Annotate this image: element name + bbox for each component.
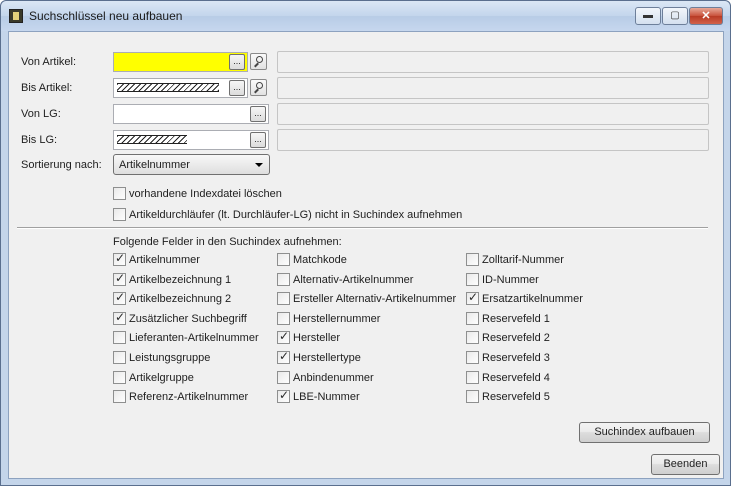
bis-lg-description-field (277, 129, 709, 151)
maximize-button[interactable]: ▢ (662, 7, 688, 25)
field-checkbox-label: Reservefeld 5 (482, 391, 550, 403)
von-lg-browse-button[interactable]: ... (250, 106, 266, 122)
von-artikel-description-field (277, 51, 709, 73)
field-checkbox-label: Artikelbezeichnung 2 (129, 293, 232, 305)
field-checkbox[interactable] (113, 371, 126, 384)
close-window-button[interactable]: ✕ (689, 7, 723, 25)
build-index-button[interactable]: Suchindex aufbauen (579, 422, 710, 443)
field-checkbox[interactable] (466, 351, 479, 364)
field-checkbox[interactable] (277, 349, 290, 364)
fields-section-heading: Folgende Felder in den Suchindex aufnehm… (113, 236, 342, 248)
field-checkbox-label: Leistungsgruppe (129, 352, 211, 364)
field-checkbox[interactable] (277, 371, 290, 384)
field-checkbox[interactable] (277, 273, 290, 286)
field-checkbox[interactable] (466, 331, 479, 344)
field-checkbox-label: Reservefeld 4 (482, 372, 550, 384)
field-checkbox-label: Artikelgruppe (129, 372, 194, 384)
app-icon (9, 9, 23, 23)
field-checkbox-label: Herstellernummer (293, 313, 381, 325)
field-checkbox-label: Reservefeld 1 (482, 313, 550, 325)
exclude-durchlaeufer-checkbox[interactable] (113, 208, 126, 221)
field-checkbox-label: Lieferanten-Artikelnummer (129, 332, 259, 344)
field-checkbox[interactable] (277, 312, 290, 325)
field-checkbox[interactable] (466, 253, 479, 266)
bis-lg-browse-button[interactable]: ... (250, 132, 266, 148)
sortierung-label: Sortierung nach: (21, 159, 102, 171)
separator-line (17, 227, 708, 229)
bis-artikel-input[interactable] (113, 78, 248, 98)
field-checkbox[interactable] (113, 251, 126, 266)
field-checkbox-label: Ersatzartikelnummer (482, 293, 583, 305)
field-checkbox-label: Artikelnummer (129, 254, 200, 266)
field-checkbox[interactable] (277, 388, 290, 403)
field-checkbox-label: Zolltarif-Nummer (482, 254, 564, 266)
von-artikel-input[interactable] (113, 52, 248, 72)
field-checkbox[interactable] (466, 290, 479, 305)
von-lg-label: Von LG: (21, 108, 61, 120)
field-checkbox-label: LBE-Nummer (293, 391, 360, 403)
chevron-down-icon (255, 163, 263, 167)
delete-index-checkbox[interactable] (113, 187, 126, 200)
field-checkbox[interactable] (277, 329, 290, 344)
sortierung-selected-value: Artikelnummer (119, 159, 190, 171)
bis-lg-label: Bis LG: (21, 134, 58, 146)
bis-artikel-description-field (277, 77, 709, 99)
bis-artikel-search-button[interactable] (250, 79, 267, 96)
von-artikel-browse-button[interactable]: ... (229, 54, 245, 70)
close-button[interactable]: Beenden (651, 454, 720, 475)
field-checkbox-label: Herstellertype (293, 352, 361, 364)
window-title: Suchschlüssel neu aufbauen (29, 9, 183, 23)
hatched-value-pattern (117, 83, 219, 92)
von-artikel-search-button[interactable] (250, 53, 267, 70)
field-checkbox-label: Reservefeld 3 (482, 352, 550, 364)
field-checkbox[interactable] (113, 310, 126, 325)
field-checkbox-label: Reservefeld 2 (482, 332, 550, 344)
field-checkbox-label: Referenz-Artikelnummer (129, 391, 249, 403)
field-checkbox[interactable] (466, 390, 479, 403)
field-checkbox-label: Matchkode (293, 254, 347, 266)
field-checkbox[interactable] (113, 390, 126, 403)
field-checkbox[interactable] (113, 331, 126, 344)
von-lg-description-field (277, 103, 709, 125)
field-checkbox[interactable] (113, 351, 126, 364)
field-checkbox-label: Hersteller (293, 332, 341, 344)
sortierung-dropdown[interactable]: Artikelnummer (113, 154, 270, 175)
delete-index-label: vorhandene Indexdatei löschen (129, 188, 282, 200)
field-checkbox[interactable] (113, 271, 126, 286)
field-checkbox[interactable] (277, 253, 290, 266)
field-checkbox[interactable] (466, 312, 479, 325)
field-checkbox-label: ID-Nummer (482, 274, 539, 286)
field-checkbox-label: Artikelbezeichnung 1 (129, 274, 232, 286)
field-checkbox-label: Alternativ-Artikelnummer (293, 274, 414, 286)
field-checkbox-label: Anbindenummer (293, 372, 374, 384)
minimize-button[interactable]: ▬ (635, 7, 661, 25)
field-checkbox[interactable] (277, 292, 290, 305)
von-lg-input[interactable] (113, 104, 269, 124)
bis-lg-input[interactable] (113, 130, 269, 150)
field-checkbox[interactable] (466, 273, 479, 286)
bis-artikel-label: Bis Artikel: (21, 82, 73, 94)
field-checkbox[interactable] (113, 290, 126, 305)
title-bar[interactable]: Suchschlüssel neu aufbauen ▬ ▢ ✕ (1, 1, 730, 31)
hatched-value-pattern (117, 135, 187, 144)
field-checkbox-label: Ersteller Alternativ-Artikelnummer (293, 293, 457, 305)
exclude-durchlaeufer-label: Artikeldurchläufer (lt. Durchläufer-LG) … (129, 209, 463, 221)
von-artikel-label: Von Artikel: (21, 56, 77, 68)
field-checkbox[interactable] (466, 371, 479, 384)
dialog-window: Suchschlüssel neu aufbauen ▬ ▢ ✕ Von Art… (0, 0, 731, 486)
bis-artikel-browse-button[interactable]: ... (229, 80, 245, 96)
dialog-client-area: Von Artikel: ... Bis Artikel: ... Von LG… (8, 31, 724, 479)
field-checkbox-label: Zusätzlicher Suchbegriff (129, 313, 247, 325)
